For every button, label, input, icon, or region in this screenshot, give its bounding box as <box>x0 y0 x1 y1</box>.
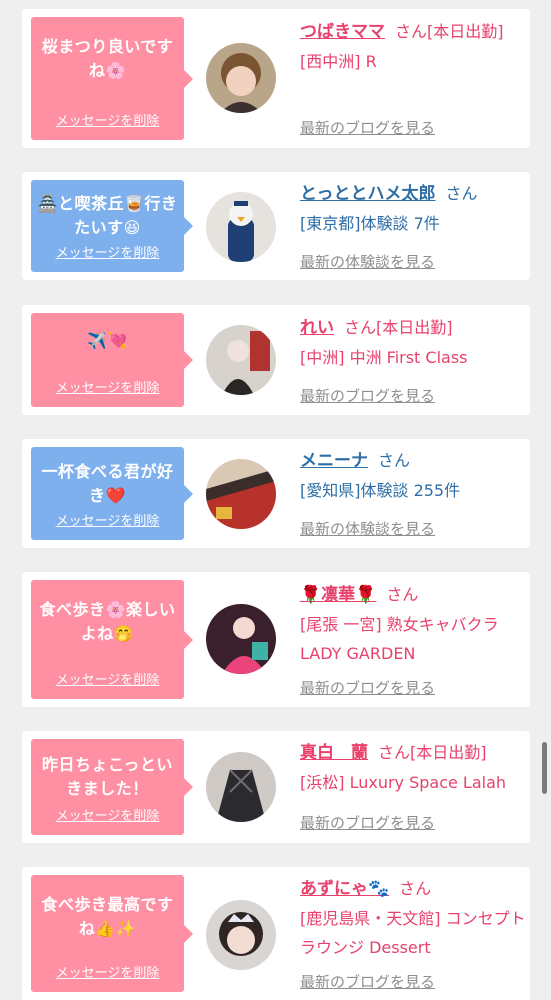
honorific-label: さん <box>378 743 411 762</box>
profile-detail: [鹿児島県・天文館] コンセプトラウンジ Dessert <box>300 909 526 957</box>
latest-blog-link[interactable]: 最新のブログを見る <box>300 677 435 698</box>
avatar[interactable] <box>206 192 276 262</box>
message-card: 桜まつり良いですね🌸 メッセージを削除 つばきママ さん[本日出勤] [西中洲] … <box>22 9 530 148</box>
status-tag: [本日出勤] <box>410 743 487 762</box>
message-card: 🏯と喫茶丘🥃行きたいす😆 メッセージを削除 とっととハメ太郎 さん [東京都]体験… <box>22 172 530 280</box>
message-bubble: 食べ歩き🌸楽しいよね🤭 メッセージを削除 <box>31 580 193 699</box>
profile-info: メニーナ さん [愛知県]体験談 255件 <box>300 446 526 505</box>
message-bubble: 昨日ちょこっといきました！ メッセージを削除 <box>31 739 193 835</box>
message-text: 食べ歩き最高ですね👍✨ <box>41 895 174 938</box>
latest-review-link[interactable]: 最新の体験談を見る <box>300 251 435 272</box>
delete-message-link[interactable]: メッセージを削除 <box>31 805 184 824</box>
message-bubble: 桜まつり良いですね🌸 メッセージを削除 <box>31 17 193 140</box>
profile-name-link[interactable]: あずにゃ🐾 <box>300 879 389 899</box>
profile-name-link[interactable]: とっととハメ太郎 <box>300 184 436 204</box>
profile-name-link[interactable]: れい <box>300 318 334 338</box>
honorific-label: さん <box>378 451 411 470</box>
dark-outfit-avatar-icon <box>206 752 276 822</box>
honorific-label: さん <box>344 318 377 337</box>
profile-name-link[interactable]: 🌹凛華🌹 <box>300 585 376 605</box>
profile-name-link[interactable]: つばきママ <box>300 22 385 42</box>
woman-portrait-avatar-icon <box>206 43 276 113</box>
delete-message-link[interactable]: メッセージを削除 <box>31 669 184 688</box>
delete-message-link[interactable]: メッセージを削除 <box>31 962 184 981</box>
delete-message-link[interactable]: メッセージを削除 <box>31 377 184 396</box>
honorific-label: さん <box>445 184 478 203</box>
profile-info: つばきママ さん[本日出勤] [西中洲] R <box>300 17 526 76</box>
latest-review-link[interactable]: 最新の体験談を見る <box>300 518 435 539</box>
delete-message-link[interactable]: メッセージを削除 <box>31 242 184 261</box>
message-bubble: 🏯と喫茶丘🥃行きたいす😆 メッセージを削除 <box>31 180 193 272</box>
profile-info: 真白 蘭さん[本日出勤] [浜松] Luxury Space Lalah <box>300 738 526 797</box>
message-card: 一杯食べる君が好き❤️ メッセージを削除 メニーナ さん [愛知県]体験談 255… <box>22 439 530 548</box>
avatar[interactable] <box>206 604 276 674</box>
penguin-figure-avatar-icon <box>206 192 276 262</box>
profile-info: とっととハメ太郎 さん [東京都]体験談 7件 <box>300 179 526 238</box>
honorific-label: さん <box>386 585 419 604</box>
profile-info: あずにゃ🐾 さん [鹿児島県・天文館] コンセプトラウンジ Dessert <box>300 874 526 962</box>
message-card: 食べ歩き最高ですね👍✨ メッセージを削除 あずにゃ🐾 さん [鹿児島県・天文館] … <box>22 867 530 1000</box>
avatar[interactable] <box>206 459 276 529</box>
profile-name-link[interactable]: 真白 蘭 <box>300 743 368 763</box>
honorific-label: さん <box>395 22 428 41</box>
latest-blog-link[interactable]: 最新のブログを見る <box>300 385 435 406</box>
latest-blog-link[interactable]: 最新のブログを見る <box>300 812 435 833</box>
profile-info: れい さん[本日出勤] [中洲] 中洲 First Class <box>300 313 526 372</box>
tiara-girl-avatar-icon <box>206 900 276 970</box>
profile-detail: [西中洲] R <box>300 52 377 71</box>
latest-blog-link[interactable]: 最新のブログを見る <box>300 971 435 992</box>
message-card: 昨日ちょこっといきました！ メッセージを削除 真白 蘭さん[本日出勤] [浜松]… <box>22 731 530 843</box>
message-text: 🏯と喫茶丘🥃行きたいす😆 <box>37 194 178 237</box>
profile-info: 🌹凛華🌹 さん [尾張 一宮] 熟女キャバクラ LADY GARDEN <box>300 580 526 668</box>
profile-detail: [中洲] 中洲 First Class <box>300 348 468 367</box>
honorific-label: さん <box>399 879 432 898</box>
profile-detail: [愛知県]体験談 255件 <box>300 481 461 500</box>
message-text: 昨日ちょこっといきました！ <box>42 755 173 798</box>
status-tag: [本日出勤] <box>427 22 504 41</box>
avatar[interactable] <box>206 752 276 822</box>
delete-message-link[interactable]: メッセージを削除 <box>31 110 184 129</box>
message-card: 食べ歩き🌸楽しいよね🤭 メッセージを削除 🌹凛華🌹 さん [尾張 一宮] 熟女キャ… <box>22 572 530 707</box>
kimono-woman-avatar-icon <box>206 604 276 674</box>
avatar[interactable] <box>206 325 276 395</box>
profile-name-link[interactable]: メニーナ <box>300 451 368 471</box>
message-bubble: ✈️💘 メッセージを削除 <box>31 313 193 407</box>
avatar[interactable] <box>206 900 276 970</box>
message-text: ✈️💘 <box>87 331 128 350</box>
message-text: 食べ歩き🌸楽しいよね🤭 <box>39 600 176 643</box>
message-text: 一杯食べる君が好き❤️ <box>41 462 174 505</box>
profile-detail: [尾張 一宮] 熟女キャバクラ LADY GARDEN <box>300 615 499 663</box>
message-bubble: 一杯食べる君が好き❤️ メッセージを削除 <box>31 447 193 540</box>
status-tag: [本日出勤] <box>376 318 453 337</box>
latest-blog-link[interactable]: 最新のブログを見る <box>300 117 435 138</box>
delete-message-link[interactable]: メッセージを削除 <box>31 510 184 529</box>
woman-photo-avatar-icon <box>206 325 276 395</box>
message-card: ✈️💘 メッセージを削除 れい さん[本日出勤] [中洲] 中洲 First Cl… <box>22 305 530 415</box>
profile-detail: [浜松] Luxury Space Lalah <box>300 773 507 792</box>
patterned-cloth-avatar-icon <box>206 459 276 529</box>
avatar[interactable] <box>206 43 276 113</box>
profile-detail: [東京都]体験談 7件 <box>300 214 440 233</box>
message-text: 桜まつり良いですね🌸 <box>41 37 174 80</box>
scrollbar[interactable] <box>542 742 547 794</box>
message-bubble: 食べ歩き最高ですね👍✨ メッセージを削除 <box>31 875 193 992</box>
